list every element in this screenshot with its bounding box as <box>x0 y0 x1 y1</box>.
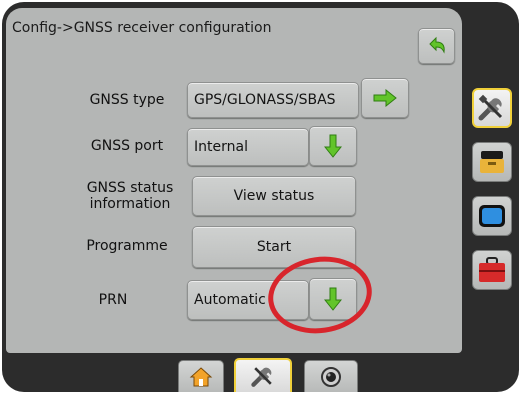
gnss-status-label-text: GNSS status information <box>86 180 174 212</box>
arrow-down-icon <box>324 134 342 158</box>
rail-tab-tools[interactable] <box>472 88 512 128</box>
toolbox-icon <box>479 257 505 282</box>
home-icon <box>189 366 213 386</box>
programme-label: Programme <box>86 238 168 254</box>
prn-label: PRN <box>98 292 128 308</box>
gnss-type-label: GNSS type <box>89 92 165 108</box>
tools-icon <box>478 94 503 121</box>
bottom-tab-tools[interactable] <box>234 358 292 392</box>
gnss-status-label: GNSS status information <box>78 180 182 212</box>
arrow-right-icon <box>373 89 397 107</box>
rail-tab-screen[interactable] <box>472 196 512 236</box>
back-arrow-icon <box>428 36 445 54</box>
prn-value[interactable]: Automatic <box>187 280 309 320</box>
rail-tab-console[interactable] <box>472 142 512 182</box>
view-status-button[interactable]: View status <box>192 176 356 216</box>
gnss-port-label: GNSS port <box>90 138 164 154</box>
prn-dropdown-button[interactable] <box>309 278 357 320</box>
tools-icon <box>251 367 272 387</box>
gnss-type-value[interactable]: GPS/GLONASS/SBAS <box>187 82 359 118</box>
camera-icon <box>321 366 341 387</box>
rail-tab-toolbox[interactable] <box>472 250 512 290</box>
start-button[interactable]: Start <box>192 226 356 268</box>
gnss-port-value[interactable]: Internal <box>187 128 309 166</box>
gnss-port-dropdown-button[interactable] <box>309 126 357 166</box>
page-title: Config->GNSS receiver configuration <box>12 20 272 36</box>
screen-icon <box>479 205 505 227</box>
bottom-tab-home[interactable] <box>178 360 224 392</box>
arrow-down-icon <box>324 287 342 311</box>
bottom-tab-camera[interactable] <box>304 360 358 392</box>
console-icon <box>480 151 504 173</box>
back-button[interactable] <box>418 28 455 64</box>
gnss-type-next-button[interactable] <box>361 78 409 118</box>
